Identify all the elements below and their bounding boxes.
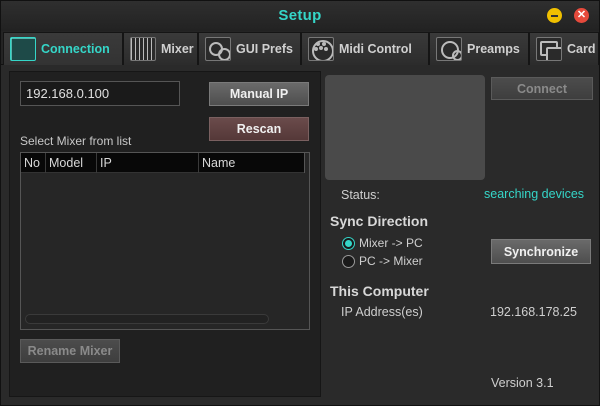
minimize-button[interactable] [547, 8, 562, 23]
status-label: Status: [341, 188, 380, 202]
mixer-list-panel: Manual IP Rescan Select Mixer from list … [9, 71, 321, 397]
tab-label: Card [567, 42, 596, 56]
gears-icon [205, 37, 231, 61]
mixer-preview-area [325, 75, 485, 180]
tab-preamps[interactable]: Preamps [429, 32, 529, 65]
ip-addresses-value: 192.168.178.25 [490, 305, 577, 319]
rename-mixer-button[interactable]: Rename Mixer [20, 339, 120, 363]
ip-address-input[interactable] [20, 81, 180, 106]
this-computer-heading: This Computer [330, 283, 429, 299]
tab-card[interactable]: Card [529, 32, 599, 65]
version-label: Version 3.1 [491, 376, 554, 390]
column-header-name[interactable]: Name [199, 153, 305, 173]
connection-grid-icon [10, 37, 36, 61]
rescan-button[interactable]: Rescan [209, 117, 309, 141]
close-button[interactable]: ✕ [574, 8, 589, 23]
manual-ip-button[interactable]: Manual IP [209, 82, 309, 106]
column-header-no[interactable]: No [21, 153, 46, 173]
radio-mixer-to-pc[interactable]: Mixer -> PC [342, 236, 423, 250]
column-header-model[interactable]: Model [46, 153, 97, 173]
faders-icon [130, 37, 156, 61]
midi-connector-icon [308, 37, 334, 61]
mixer-list-header: No Model IP Name [21, 153, 305, 173]
radio-unselected-icon [342, 254, 355, 268]
radio-label: Mixer -> PC [359, 236, 423, 250]
tab-bar: Connection Mixer GUI Prefs Midi Control … [1, 31, 599, 65]
tab-connection[interactable]: Connection [3, 32, 123, 65]
column-header-ip[interactable]: IP [97, 153, 199, 173]
tab-label: Mixer [161, 42, 194, 56]
tab-label: Preamps [467, 42, 520, 56]
card-icon [536, 37, 562, 61]
tab-label: Connection [41, 42, 110, 56]
sync-direction-heading: Sync Direction [330, 213, 429, 229]
radio-selected-icon [342, 236, 355, 250]
radio-pc-to-mixer[interactable]: PC -> Mixer [342, 254, 423, 268]
mixer-list-label: Select Mixer from list [20, 134, 132, 148]
tab-label: GUI Prefs [236, 42, 293, 56]
tab-gui-prefs[interactable]: GUI Prefs [198, 32, 301, 65]
synchronize-button[interactable]: Synchronize [491, 239, 591, 264]
horizontal-scrollbar[interactable] [25, 314, 269, 324]
mixer-list[interactable]: No Model IP Name [20, 152, 310, 330]
ip-addresses-label: IP Address(es) [341, 305, 423, 319]
status-value: searching devices [484, 187, 585, 201]
connect-button[interactable]: Connect [491, 77, 593, 100]
radio-label: PC -> Mixer [359, 254, 423, 268]
preamp-knob-icon [436, 37, 462, 61]
window-title: Setup [278, 7, 322, 24]
tab-label: Midi Control [339, 42, 412, 56]
tab-mixer[interactable]: Mixer [123, 32, 198, 65]
tab-midi-control[interactable]: Midi Control [301, 32, 429, 65]
title-bar[interactable]: Setup ✕ [1, 1, 599, 31]
setup-window: Setup ✕ Connection Mixer GUI Prefs Midi … [0, 0, 600, 406]
